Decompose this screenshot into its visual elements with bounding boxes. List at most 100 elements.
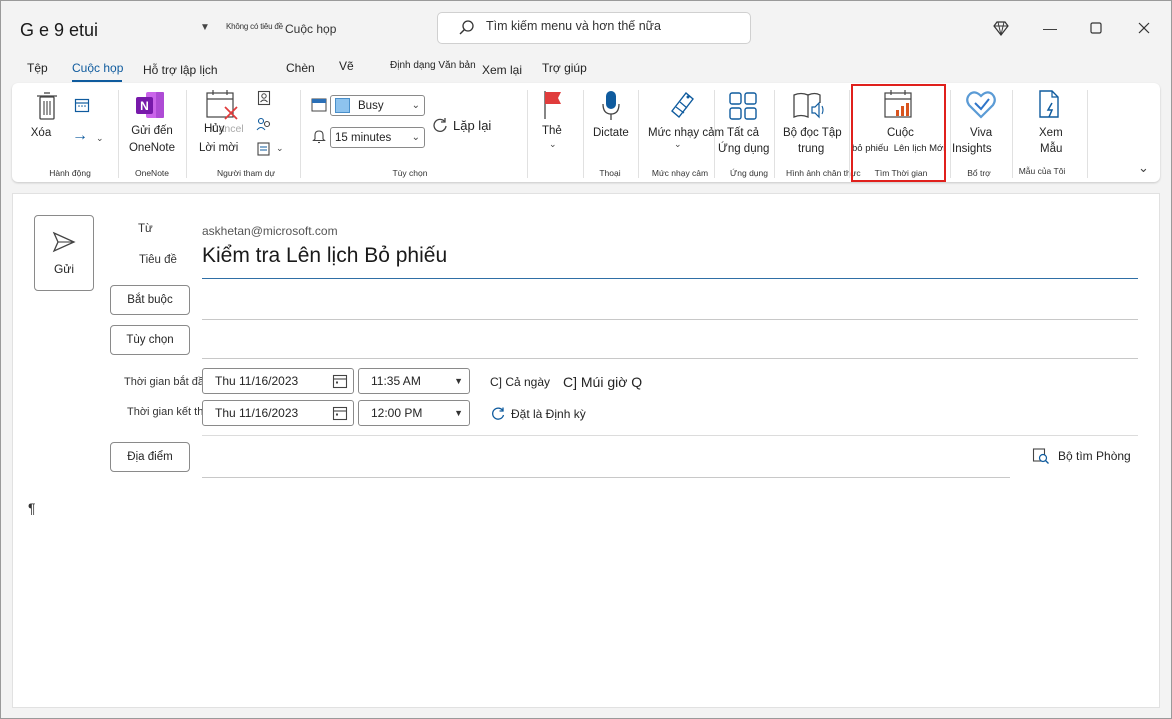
viva-insights-icon [966,91,996,119]
group-label-templates: Mẫu của Tôi [1018,166,1066,176]
group-separator [527,90,528,178]
cancel-label-1: Hủy [204,123,225,135]
optional-attendees-button[interactable]: Tùy chọn [110,325,190,355]
location-button[interactable]: Địa điểm [110,442,190,472]
group-separator [300,90,301,178]
tab-scheduling-assistant[interactable]: Hỗ trợ lập lịch [143,63,218,77]
group-separator [714,90,715,178]
templates-icon [1039,90,1059,118]
calendar-picker-icon[interactable] [332,373,348,389]
sensitivity-button[interactable]: Mức nhạy cảm ⌄ [648,89,724,155]
maximize-icon[interactable] [1082,14,1110,42]
tab-help[interactable]: Trợ giúp [542,61,587,75]
divider [202,358,1138,359]
tab-file[interactable]: Tệp [27,61,48,75]
start-time-value: 11:35 AM [371,374,421,388]
view-label-1: Xem [1039,127,1063,139]
qat-customize-icon[interactable]: ▼ [200,22,210,33]
active-tab-indicator [72,80,122,82]
from-value[interactable]: askhetan@microsoft.com [202,224,338,238]
group-label-immersive: Hình ảnh chân thực [786,168,861,178]
room-finder-label: Bộ tìm Phòng [1058,449,1131,463]
tab-format-text[interactable]: Định dạng Văn bản [390,60,476,71]
tab-review[interactable]: Xem lại [482,63,522,77]
tab-draw[interactable]: Vẽ [339,59,354,73]
subject-input[interactable]: Kiểm tra Lên lịch Bỏ phiếu [202,244,447,268]
group-label-actions: Hành động [49,168,91,178]
address-book-icon[interactable] [257,90,271,106]
recurrence-icon [492,407,505,420]
qat-meeting-label: Cuộc họp [285,22,337,36]
group-separator [1012,90,1013,178]
tags-button[interactable]: Thẻ ⌄ [536,89,568,155]
delete-label: Xóa [30,127,52,139]
highlight-box [851,84,946,182]
cancel-label-2: Lời mời [199,142,239,154]
onenote-label-1: Gửi đến [131,125,173,137]
all-day-checkbox[interactable]: C] Cả ngày [490,375,550,389]
group-label-options: Tùy chọn [392,168,428,178]
end-date-value: Thu 11/16/2023 [215,406,299,420]
dropdown-arrow-icon: ▼ [454,376,463,386]
all-apps-label-2: Ứng dụng [718,143,770,155]
message-body[interactable] [13,490,1159,706]
recurrence-button[interactable]: Lặp lại [431,116,491,134]
sensitivity-icon [671,91,694,119]
ribbon-expand-icon[interactable]: ⌄ [1138,160,1149,176]
group-separator [638,90,639,178]
reader-label-2: trung [798,143,825,155]
divider [202,435,1138,436]
send-to-onenote-button[interactable]: N Gửi đến OneNote [122,89,182,155]
search-icon [459,20,474,35]
room-finder-icon [1032,448,1049,464]
viva-insights-button[interactable]: Viva Insights [952,89,1008,155]
reminder-value: 15 minutes [335,131,392,144]
group-label-sensitivity: Mức nhạy cảm [651,168,709,178]
time-zones-toggle[interactable]: C] Múi giờ Q [563,374,642,390]
group-separator [849,90,850,178]
room-finder-button[interactable]: Bộ tìm Phòng [1032,447,1131,465]
required-attendees-input[interactable] [202,300,1138,320]
immersive-reader-button[interactable]: Bộ đọc Tập trung [778,89,844,155]
minimize-icon[interactable]: — [1036,14,1064,42]
group-separator [950,90,951,178]
required-attendees-button[interactable]: Bắt buộc [110,285,190,315]
qat-untitled: Không có tiêu đề [226,22,283,31]
make-recurring-button[interactable]: Đặt là Định kỳ [490,406,586,422]
start-time-select[interactable]: 11:35 AM ▼ [358,368,470,394]
group-separator [583,90,584,178]
group-label-onenote: OneNote [134,168,170,178]
group-label-voice: Thoại [599,168,621,178]
microphone-icon [602,91,620,120]
calendar-forward-icon[interactable] [74,97,90,113]
show-as-select[interactable]: Busy ⌄ [330,95,425,116]
end-time-select[interactable]: 12:00 PM ▼ [358,400,470,426]
send-button[interactable]: Gửi [34,215,94,291]
diamond-icon[interactable] [992,19,1010,37]
location-input[interactable] [202,455,1010,477]
calendar-picker-icon[interactable] [332,405,348,421]
delete-button[interactable]: Xóa [30,91,64,151]
tab-insert[interactable]: Chèn [286,61,315,75]
flag-icon [544,91,561,119]
show-as-icon [311,98,327,112]
chevron-down-icon[interactable]: ⌄ [276,143,284,154]
optional-attendees-input[interactable] [202,338,1138,358]
search-input[interactable]: Tìm kiếm menu và hơn thế nữa [486,19,661,33]
chevron-down-icon[interactable]: ⌄ [96,133,104,144]
response-options-icon[interactable] [256,141,272,157]
check-names-icon[interactable] [256,116,272,132]
onenote-icon: N [136,92,164,118]
group-label-attendees: Người tham dự [216,168,276,178]
immersive-reader-icon [793,92,824,119]
group-label-addins: Bổ trợ [967,168,991,178]
reminder-select[interactable]: 15 minutes ⌄ [330,127,425,148]
cancel-invitation-button[interactable]: Cancel Hủy Lời mời [193,89,251,155]
tab-meeting[interactable]: Cuộc họp [72,61,123,75]
all-apps-button[interactable]: Tất cả Ứng dụng [718,89,770,155]
close-icon[interactable] [1130,14,1158,42]
forward-arrow-icon[interactable]: → [72,127,88,145]
view-templates-button[interactable]: Xem Mẫu [1022,89,1078,155]
dictate-button[interactable]: Dictate [590,89,632,155]
group-separator [774,90,775,178]
